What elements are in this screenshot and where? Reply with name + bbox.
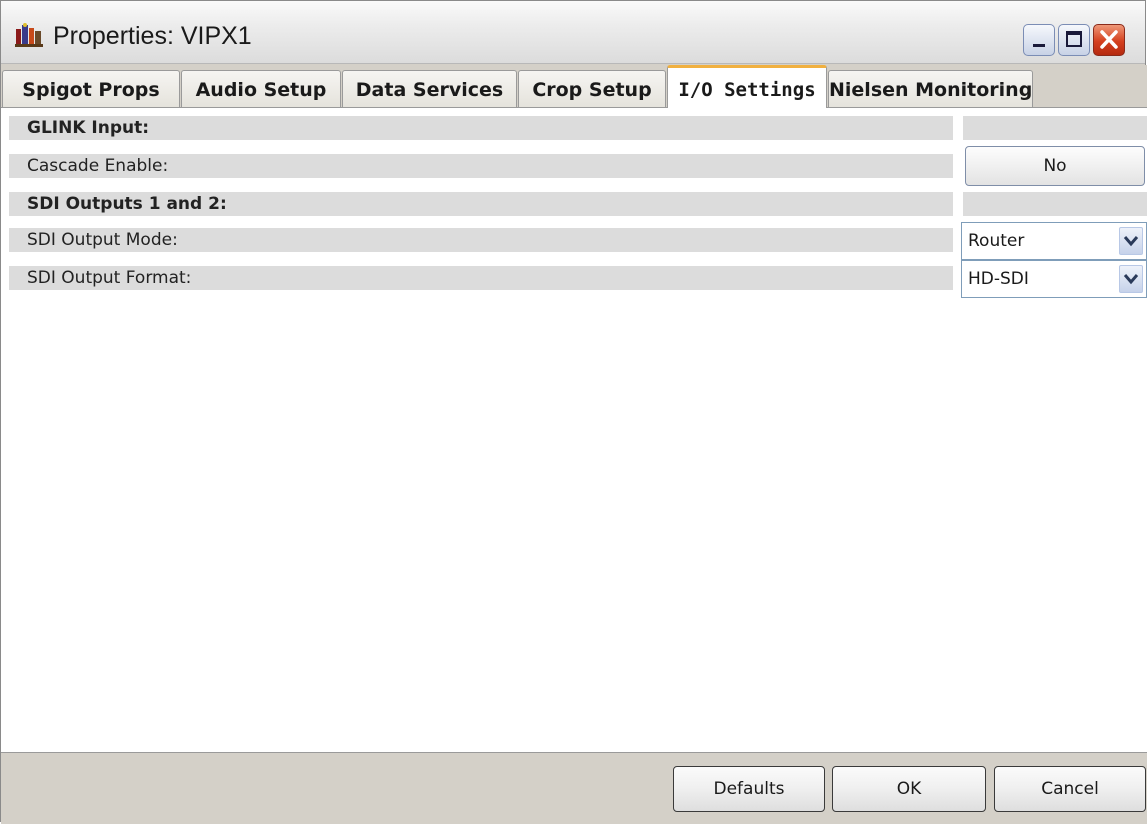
sdi-output-format-select[interactable]: HD-SDI xyxy=(961,260,1147,298)
tab-data-services[interactable]: Data Services xyxy=(342,70,517,107)
minimize-icon xyxy=(1024,40,1054,59)
maximize-icon xyxy=(1059,31,1089,59)
title-bar[interactable]: Properties: VIPX1 xyxy=(1,1,1145,64)
defaults-button[interactable]: Defaults xyxy=(673,766,825,812)
sdi-outputs-value xyxy=(963,192,1147,216)
sdi-output-mode-select[interactable]: Router xyxy=(961,222,1147,260)
sdi-output-format-label: SDI Output Format: xyxy=(9,266,953,290)
cascade-enable-label: Cascade Enable: xyxy=(9,154,953,178)
dialog-footer: Defaults OK Cancel xyxy=(1,752,1147,824)
window-title: Properties: VIPX1 xyxy=(53,22,252,50)
tab-audio-setup[interactable]: Audio Setup xyxy=(181,70,341,107)
chevron-down-icon[interactable] xyxy=(1119,265,1143,293)
minimize-button[interactable] xyxy=(1023,24,1055,56)
maximize-button[interactable] xyxy=(1058,24,1090,56)
tab-spigot-props[interactable]: Spigot Props xyxy=(2,70,180,107)
sdi-outputs-header: SDI Outputs 1 and 2: xyxy=(9,192,953,216)
tab-bar: Spigot Props Audio Setup Data Services C… xyxy=(1,65,1147,108)
ok-button[interactable]: OK xyxy=(832,766,986,812)
chevron-down-icon[interactable] xyxy=(1119,227,1143,255)
close-icon xyxy=(1094,30,1124,59)
app-icon xyxy=(15,23,45,47)
sdi-output-format-value: HD-SDI xyxy=(968,269,1029,289)
cancel-button[interactable]: Cancel xyxy=(994,766,1146,812)
tab-crop-setup[interactable]: Crop Setup xyxy=(518,70,666,107)
cascade-enable-button[interactable]: No xyxy=(965,146,1145,186)
glink-input-value xyxy=(963,116,1147,140)
io-settings-panel: GLINK Input: Cascade Enable: No SDI Outp… xyxy=(1,107,1147,753)
sdi-output-mode-label: SDI Output Mode: xyxy=(9,228,953,252)
glink-input-header: GLINK Input: xyxy=(9,116,953,140)
properties-window: Properties: VIPX1 Spigot Props Audio Set… xyxy=(0,0,1147,824)
close-button[interactable] xyxy=(1093,24,1125,56)
tab-io-settings[interactable]: I/O Settings xyxy=(667,65,827,108)
sdi-output-mode-value: Router xyxy=(968,231,1025,251)
tab-nielsen-monitoring[interactable]: Nielsen Monitoring xyxy=(828,70,1033,107)
